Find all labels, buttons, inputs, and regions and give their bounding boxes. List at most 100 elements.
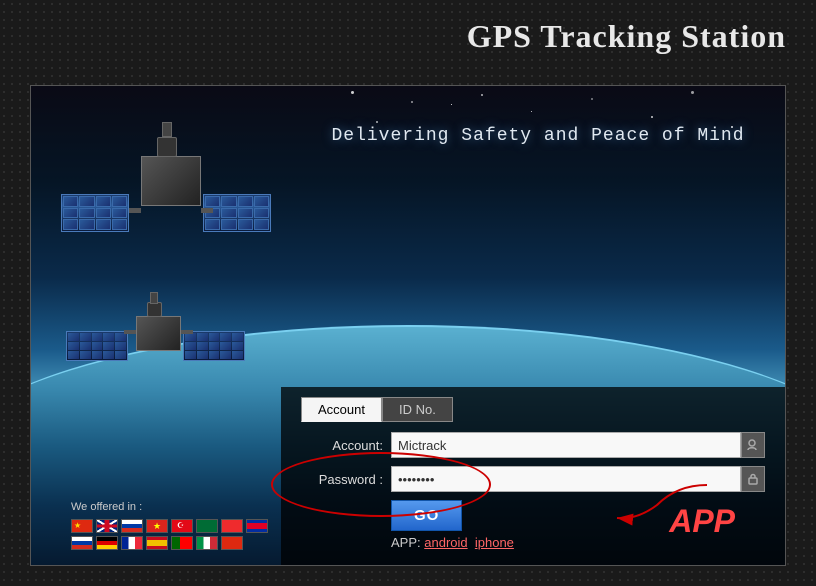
star xyxy=(411,101,413,103)
flag-russia[interactable] xyxy=(121,519,143,533)
flag-portugal[interactable] xyxy=(171,536,193,550)
star xyxy=(451,104,452,105)
panel-cell xyxy=(254,208,269,219)
satellite-arm xyxy=(201,208,213,213)
panel-cell xyxy=(112,219,127,230)
satellite-sensor-2 xyxy=(147,302,162,317)
solar-panel-2-left xyxy=(66,331,128,361)
flag-russia-2[interactable] xyxy=(71,536,93,550)
panel-cell xyxy=(92,333,103,341)
star xyxy=(351,91,354,94)
password-input-wrapper xyxy=(391,466,765,492)
panel-cell xyxy=(115,333,126,341)
android-link[interactable]: android xyxy=(424,535,467,550)
panel-cell xyxy=(220,351,231,359)
star xyxy=(691,91,694,94)
flag-germany[interactable] xyxy=(96,536,118,550)
panel-cell xyxy=(63,208,78,219)
main-container: Delivering Safety and Peace of Mind Acco… xyxy=(30,85,786,566)
panel-cell xyxy=(232,351,243,359)
star xyxy=(531,111,532,112)
flag-france[interactable] xyxy=(121,536,143,550)
satellite-body xyxy=(141,156,201,206)
panel-cell xyxy=(68,342,79,350)
panel-cell xyxy=(80,333,91,341)
panel-cell xyxy=(238,219,253,230)
panel-cell xyxy=(205,196,220,207)
flag-cambodia[interactable] xyxy=(246,519,268,533)
flag-hongkong[interactable] xyxy=(221,536,243,550)
star xyxy=(591,98,593,100)
flag-china[interactable] xyxy=(71,519,93,533)
panel-cell xyxy=(103,333,114,341)
panel-cell xyxy=(197,342,208,350)
panel-cell xyxy=(112,208,127,219)
panel-cell xyxy=(185,351,196,359)
panel-cell xyxy=(221,196,236,207)
panel-cell xyxy=(197,333,208,341)
panel-cell xyxy=(238,208,253,219)
panel-cell xyxy=(254,219,269,230)
flag-arabic[interactable] xyxy=(196,519,218,533)
satellite-arm xyxy=(129,208,141,213)
solar-panel-right xyxy=(203,194,271,232)
flag-spain[interactable] xyxy=(146,536,168,550)
go-button[interactable]: GO xyxy=(391,500,462,531)
page-subtitle: Delivering Safety and Peace of Mind xyxy=(331,126,745,146)
flag-row-1 xyxy=(71,519,268,533)
panel-cell xyxy=(80,351,91,359)
password-input[interactable] xyxy=(391,466,741,492)
panel-cell xyxy=(254,196,269,207)
account-input-icon[interactable] xyxy=(741,432,765,458)
flag-norway[interactable] xyxy=(221,519,243,533)
flag-italy[interactable] xyxy=(196,536,218,550)
panel-cell xyxy=(68,351,79,359)
panel-cell xyxy=(103,351,114,359)
account-row: Account: xyxy=(301,432,765,458)
panel-cell xyxy=(103,342,114,350)
panel-cell xyxy=(209,342,220,350)
panel-cell xyxy=(68,333,79,341)
app-prefix: APP: xyxy=(391,535,424,550)
panel-cell xyxy=(79,219,94,230)
flag-row-2 xyxy=(71,536,268,550)
iphone-link[interactable]: iphone xyxy=(475,535,514,550)
star xyxy=(376,121,378,123)
panel-cell xyxy=(221,208,236,219)
star xyxy=(651,116,653,118)
satellite-2 xyxy=(61,286,261,466)
login-tabs: Account ID No. xyxy=(301,397,765,422)
satellite-lens xyxy=(162,122,172,137)
account-label: Account: xyxy=(301,438,391,453)
password-label: Password : xyxy=(301,472,391,487)
star xyxy=(481,94,483,96)
panel-cell xyxy=(220,333,231,341)
language-area: We offered in : xyxy=(71,501,268,550)
panel-cell xyxy=(112,196,127,207)
satellite-lens-2 xyxy=(150,292,158,304)
panel-cell xyxy=(209,351,220,359)
panel-cell xyxy=(232,333,243,341)
panel-cell xyxy=(221,219,236,230)
account-input-wrapper xyxy=(391,432,765,458)
panel-cell xyxy=(63,219,78,230)
tab-idno[interactable]: ID No. xyxy=(382,397,453,422)
solar-panel-left xyxy=(61,194,129,232)
panel-cell xyxy=(197,351,208,359)
password-input-icon[interactable] xyxy=(741,466,765,492)
flag-uk[interactable] xyxy=(96,519,118,533)
tab-account[interactable]: Account xyxy=(301,397,382,422)
panel-cell xyxy=(96,208,111,219)
flag-vietnam[interactable] xyxy=(146,519,168,533)
account-input[interactable] xyxy=(391,432,741,458)
satellite-body-2 xyxy=(136,316,181,351)
flag-turkey[interactable] xyxy=(171,519,193,533)
panel-cell xyxy=(209,333,220,341)
panel-cell xyxy=(185,342,196,350)
panel-cell xyxy=(220,342,231,350)
panel-cell xyxy=(63,196,78,207)
satellite-sensor xyxy=(157,137,177,157)
panel-cell xyxy=(79,196,94,207)
panel-cell xyxy=(92,351,103,359)
app-links: APP: android iphone xyxy=(391,535,514,550)
